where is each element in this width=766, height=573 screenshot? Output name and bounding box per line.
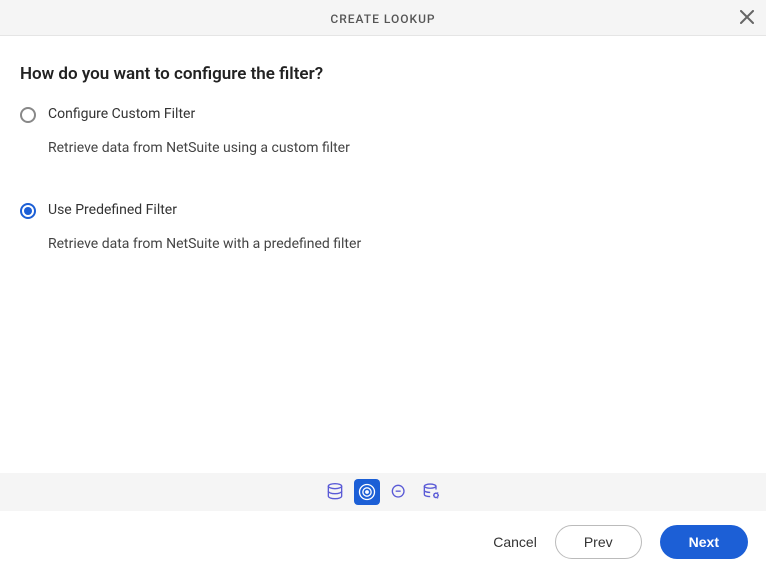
radio-custom-filter[interactable] — [20, 107, 36, 123]
option-description: Retrieve data from NetSuite with a prede… — [48, 236, 746, 252]
option-label[interactable]: Configure Custom Filter — [48, 106, 746, 122]
wizard-stepper — [0, 473, 766, 511]
step-search-icon — [386, 479, 412, 505]
option-configure-custom-filter[interactable]: Configure Custom Filter Retrieve data fr… — [20, 106, 746, 156]
option-body: Use Predefined Filter Retrieve data from… — [48, 202, 746, 252]
option-description: Retrieve data from NetSuite using a cust… — [48, 140, 746, 156]
dialog-header: CREATE LOOKUP — [0, 0, 766, 36]
cancel-button[interactable]: Cancel — [493, 534, 537, 550]
close-icon[interactable] — [740, 9, 754, 27]
dialog-footer: Cancel Prev Next — [0, 511, 766, 573]
option-label[interactable]: Use Predefined Filter — [48, 202, 746, 218]
option-use-predefined-filter[interactable]: Use Predefined Filter Retrieve data from… — [20, 202, 746, 252]
dialog-content: How do you want to configure the filter?… — [0, 36, 766, 473]
step-database-gear-icon — [418, 479, 444, 505]
step-database-icon — [322, 479, 348, 505]
dialog-title: CREATE LOOKUP — [330, 12, 435, 26]
radio-predefined-filter[interactable] — [20, 203, 36, 219]
step-target-icon — [354, 479, 380, 505]
next-button[interactable]: Next — [660, 525, 748, 559]
prev-button[interactable]: Prev — [555, 525, 642, 559]
option-body: Configure Custom Filter Retrieve data fr… — [48, 106, 746, 156]
question-heading: How do you want to configure the filter? — [20, 64, 746, 84]
